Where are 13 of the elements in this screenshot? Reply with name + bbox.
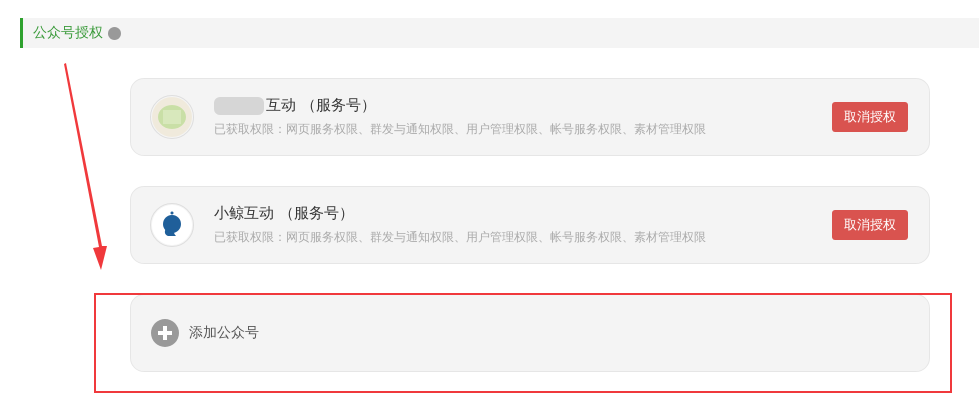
revoke-button[interactable]: 取消授权 — [832, 102, 908, 132]
revoke-button[interactable]: 取消授权 — [832, 210, 908, 240]
section-title: 公众号授权 — [33, 24, 103, 42]
account-name: 互动 （服务号） — [266, 96, 376, 115]
permissions-text: 已获取权限：网页服务权限、群发与通知权限、用户管理权限、帐号服务权限、素材管理权限 — [214, 229, 707, 246]
add-account-label: 添加公众号 — [189, 324, 259, 342]
avatar-icon — [150, 203, 194, 247]
add-account-card[interactable]: 添加公众号 — [130, 294, 930, 372]
plus-icon — [151, 319, 179, 347]
avatar-icon — [150, 95, 194, 139]
help-icon[interactable] — [108, 26, 121, 40]
permissions-text: 已获取权限：网页服务权限、群发与通知权限、用户管理权限、帐号服务权限、素材管理权限 — [214, 121, 707, 138]
account-name: 小鲸互动 （服务号） — [214, 204, 354, 223]
